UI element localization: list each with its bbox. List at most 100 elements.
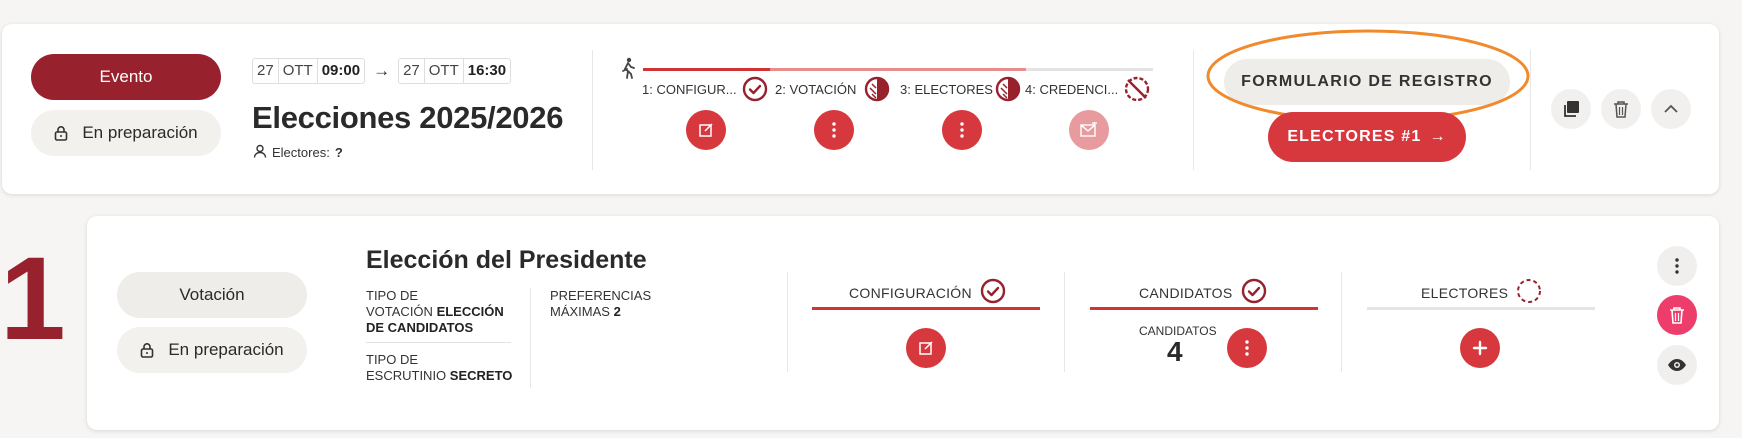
- start-day: 27: [253, 59, 279, 83]
- configuration-status-bar: [812, 307, 1040, 310]
- collapse-button[interactable]: [1651, 89, 1691, 129]
- more-vertical-icon: [1675, 258, 1679, 274]
- divider: [1193, 50, 1194, 170]
- user-icon: [253, 144, 267, 161]
- arrow-right-icon: →: [373, 61, 391, 80]
- divider: [592, 50, 593, 170]
- edit-configuration-button[interactable]: [686, 110, 726, 150]
- event-card: Evento En preparación 27 OTT 09:00 → 27 …: [2, 24, 1719, 194]
- meta-value: SECRETO: [449, 368, 513, 383]
- voting-index: 1: [0, 233, 66, 365]
- step-label-credentials: 4: CREDENCI...: [1025, 82, 1119, 97]
- event-status-label: En preparación: [82, 123, 198, 142]
- voting-status-badge: En preparación: [117, 327, 307, 373]
- divider: [1341, 272, 1342, 372]
- meta-label: MÁXIMAS: [550, 304, 610, 319]
- half-circle-icon: [864, 76, 890, 107]
- configuration-column-header: CONFIGURACIÓN: [849, 278, 1006, 307]
- end-time: 16:30: [467, 62, 507, 79]
- plus-icon: [1472, 340, 1488, 356]
- column-title: CONFIGURACIÓN: [849, 284, 972, 301]
- half-circle-icon: [995, 76, 1021, 107]
- more-vertical-icon: [832, 122, 836, 138]
- trash-icon: [1670, 307, 1684, 324]
- add-electors-button[interactable]: [1460, 328, 1500, 368]
- end-day: 27: [399, 59, 425, 83]
- electors-button-label: ELECTORES #1: [1287, 128, 1422, 145]
- start-time: 09:00: [321, 62, 361, 79]
- walking-person-icon: [619, 57, 637, 84]
- progress-segment: [643, 68, 770, 71]
- start-date: 27 OTT 09:00: [252, 58, 366, 84]
- column-title: ELECTORES: [1421, 284, 1509, 301]
- electors-list-button[interactable]: ELECTORES #1 →: [1268, 112, 1466, 162]
- step-label-electors: 3: ELECTORES: [900, 82, 993, 97]
- electors-column-header: ELECTORES: [1421, 278, 1542, 307]
- voting-title: Elección del Presidente: [366, 246, 647, 274]
- registration-form-button[interactable]: FORMULARIO DE REGISTRO: [1224, 59, 1510, 105]
- candidates-menu-button[interactable]: [1227, 328, 1267, 368]
- meta-value: DE CANDIDATOS: [366, 320, 474, 335]
- chevron-up-icon: [1664, 104, 1678, 113]
- voting-type-badge: Votación: [117, 272, 307, 318]
- preview-voting-button[interactable]: [1657, 345, 1697, 385]
- edit-configuration-button[interactable]: [906, 328, 946, 368]
- voters-count: Electores: ?: [253, 144, 343, 161]
- divider: [366, 342, 511, 343]
- divider: [530, 288, 531, 388]
- meta-label: TIPO DE: [366, 288, 419, 303]
- meta-label: PREFERENCIAS: [550, 288, 652, 303]
- check-circle-icon: [1241, 278, 1267, 307]
- lock-icon: [54, 125, 68, 141]
- column-title: CANDIDATOS: [1139, 284, 1233, 301]
- divider: [1064, 272, 1065, 372]
- voting-status-label: En preparación: [168, 340, 284, 359]
- start-month: OTT: [279, 59, 318, 83]
- divider: [787, 272, 788, 372]
- lock-icon: [140, 342, 154, 358]
- pending-circle-icon: [1516, 278, 1542, 307]
- delete-event-button[interactable]: [1601, 89, 1641, 129]
- candidates-count-value: 4: [1167, 336, 1183, 367]
- event-date-range: 27 OTT 09:00 → 27 OTT 16:30: [252, 58, 512, 84]
- send-credentials-button[interactable]: [1069, 110, 1109, 150]
- duplicate-button[interactable]: [1551, 89, 1591, 129]
- end-month: OTT: [425, 59, 464, 83]
- voters-label: Electores:: [272, 145, 330, 160]
- electors-status-bar: [1367, 307, 1595, 310]
- counting-type-info: TIPO DE ESCRUTINIO SECRETO: [366, 352, 526, 384]
- more-vertical-icon: [1245, 340, 1249, 356]
- voting-type-info: TIPO DE VOTACIÓN ELECCIÓN DE CANDIDATOS: [366, 288, 516, 336]
- arrow-right-icon: →: [1429, 128, 1447, 145]
- check-circle-icon: [980, 278, 1006, 307]
- more-vertical-icon: [960, 122, 964, 138]
- edit-icon: [919, 341, 933, 355]
- edit-icon: [699, 123, 713, 137]
- meta-value: 2: [613, 304, 621, 319]
- meta-value: ELECCIÓN: [436, 304, 504, 319]
- blocked-icon: [1124, 76, 1150, 107]
- steps-progress-track: [643, 68, 1153, 71]
- end-date: 27 OTT 16:30: [398, 58, 512, 84]
- meta-label: VOTACIÓN: [366, 304, 433, 319]
- delete-voting-button[interactable]: [1657, 295, 1697, 335]
- check-circle-icon: [742, 76, 768, 107]
- divider: [1530, 50, 1531, 170]
- event-type-badge: Evento: [31, 54, 221, 100]
- voters-value: ?: [334, 145, 343, 160]
- voting-more-button[interactable]: [1657, 246, 1697, 286]
- candidates-column-header: CANDIDATOS: [1139, 278, 1267, 307]
- mail-send-icon: [1080, 122, 1097, 137]
- voting-menu-button[interactable]: [814, 110, 854, 150]
- meta-label: ESCRUTINIO: [366, 368, 447, 383]
- event-status-badge: En preparación: [31, 110, 221, 156]
- copy-icon: [1564, 101, 1579, 117]
- electors-menu-button[interactable]: [942, 110, 982, 150]
- event-title: Elecciones 2025/2026: [252, 100, 564, 135]
- voting-card: Votación En preparación Elección del Pre…: [87, 216, 1719, 430]
- progress-segment: [898, 68, 1026, 71]
- step-label-configuration: 1: CONFIGUR...: [642, 82, 737, 97]
- candidates-status-bar: [1090, 307, 1318, 310]
- progress-segment: [770, 68, 898, 71]
- eye-icon: [1668, 359, 1686, 371]
